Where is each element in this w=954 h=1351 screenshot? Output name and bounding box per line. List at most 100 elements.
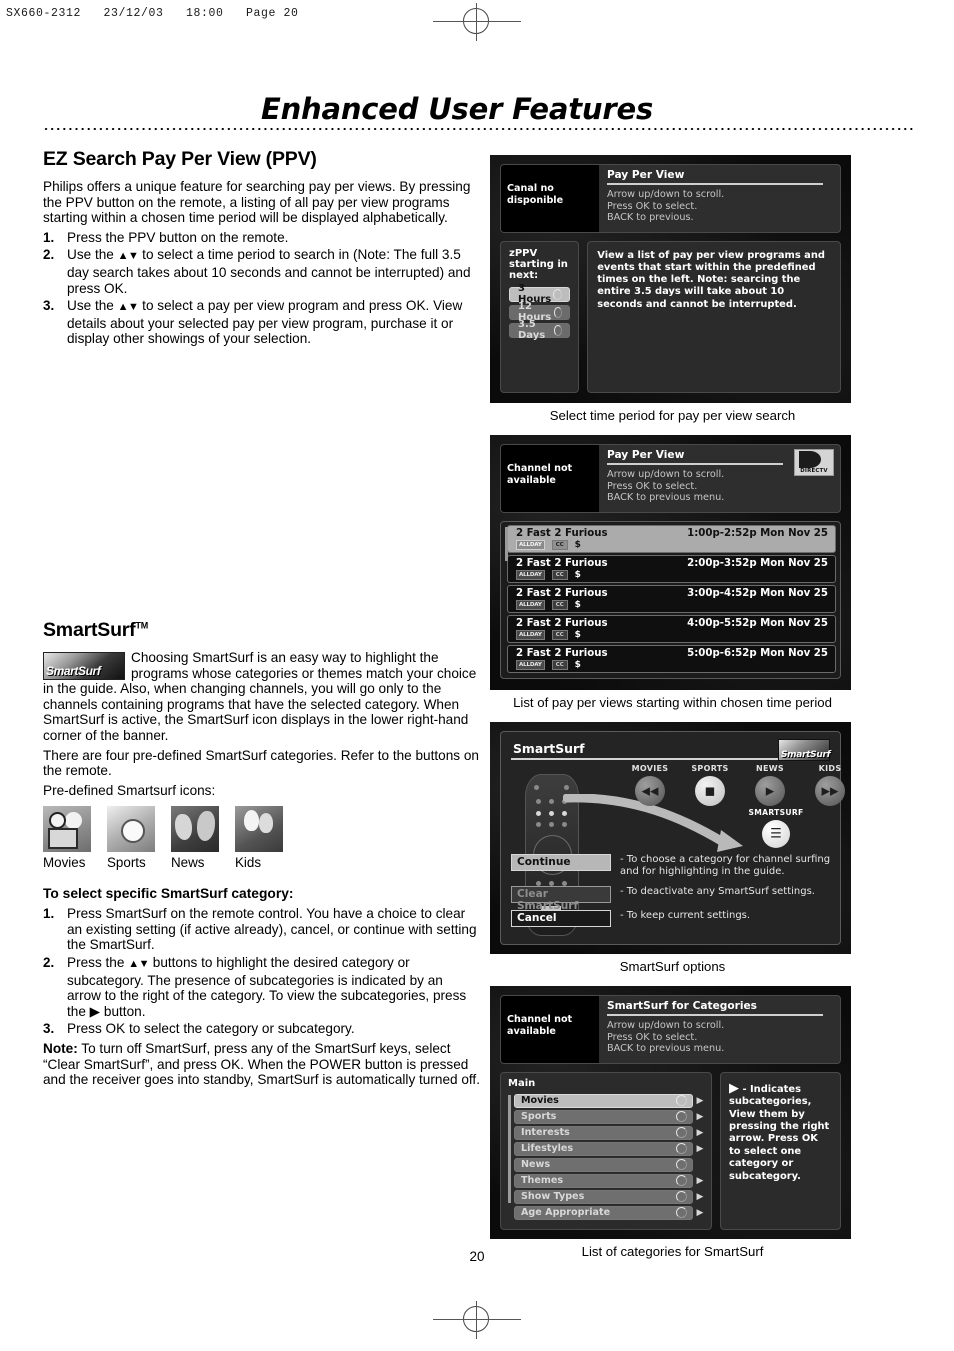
radio-knob-icon[interactable]: [676, 1207, 687, 1219]
help-line: BACK to previous menu.: [607, 492, 725, 504]
stop-icon[interactable]: ■: [695, 776, 725, 806]
price-badge: $: [574, 629, 581, 640]
smartsurf-key-label: SMARTSURF: [748, 808, 804, 817]
program-time: 5:00p-6:52p Mon Nov 25: [687, 647, 828, 659]
table-row[interactable]: 2 Fast 2 Furious 3:00p-4:52p Mon Nov 25 …: [507, 584, 836, 613]
category-news[interactable]: News: [514, 1157, 693, 1172]
smartsurf-para-2: There are four pre-defined SmartSurf cat…: [43, 747, 479, 779]
table-row[interactable]: 2 Fast 2 Furious 1:00p-2:52p Mon Nov 25 …: [507, 524, 836, 553]
figure-ppv-time-screenshot: Canal no disponible Pay Per View Arrow u…: [490, 155, 851, 403]
time-option-12-hours[interactable]: 12 Hours: [509, 301, 571, 323]
chevron-right-icon-hidden: ▶: [695, 1160, 705, 1170]
category-movies[interactable]: Movies: [514, 1093, 693, 1108]
category-label: Show Types: [521, 1191, 585, 1203]
category-age-appropriate[interactable]: Age Appropriate: [514, 1205, 693, 1220]
category-button-news[interactable]: NEWS ▶: [747, 764, 793, 806]
radio-knob-icon[interactable]: [676, 1095, 687, 1107]
panel-caption: zPPV starting in next:: [509, 247, 568, 281]
figure-smartsurf-categories-screenshot: Channel not available SmartSurf for Cate…: [490, 986, 851, 1239]
category-list-panel[interactable]: Main Movies ▶ Sports ▶ Interests ▶ Lifes…: [500, 1071, 712, 1230]
icon-cell-kids: Kids: [235, 806, 283, 870]
category-show-types[interactable]: Show Types: [514, 1189, 693, 1204]
updown-arrows-icon: ▲▼: [128, 958, 149, 971]
category-button-row: MOVIES ◀◀ SPORTS ■ NEWS ▶ KIDS ▶▶: [627, 764, 851, 806]
option-label: 3.5 Days: [518, 319, 546, 342]
chevron-right-icon[interactable]: ▶: [695, 1192, 705, 1202]
table-row[interactable]: 2 Fast 2 Furious 2:00p-3:52p Mon Nov 25 …: [507, 554, 836, 583]
list-item[interactable]: Age Appropriate ▶: [514, 1205, 705, 1220]
radio-knob-icon[interactable]: [553, 306, 563, 318]
time-option-3-hours[interactable]: 3 Hours: [509, 283, 571, 305]
smartsurf-heading: SmartSurfTM: [43, 618, 149, 641]
category-button-movies[interactable]: MOVIES ◀◀: [627, 764, 673, 806]
category-interests[interactable]: Interests: [514, 1125, 693, 1140]
chevron-right-icon[interactable]: ▶: [695, 1208, 705, 1218]
radio-knob-icon[interactable]: [676, 1127, 687, 1139]
step-text-before: Use the: [67, 298, 118, 314]
list-item: Continue - To choose a category for chan…: [511, 854, 849, 879]
list-item[interactable]: Interests ▶: [514, 1125, 705, 1140]
chevron-right-icon[interactable]: ▶: [695, 1128, 705, 1138]
category-button-label: KIDS: [818, 764, 842, 773]
program-time: 1:00p-2:52p Mon Nov 25: [687, 527, 828, 539]
list-item[interactable]: Show Types ▶: [514, 1189, 705, 1204]
list-item[interactable]: Themes ▶: [514, 1173, 705, 1188]
radio-knob-icon[interactable]: [676, 1111, 687, 1123]
chevron-right-icon[interactable]: ▶: [695, 1176, 705, 1186]
category-sports[interactable]: Sports: [514, 1109, 693, 1124]
figure-caption: List of pay per views starting within ch…: [513, 695, 832, 710]
radio-knob-icon[interactable]: [676, 1159, 687, 1171]
clear-smartsurf-button[interactable]: Clear SmartSurf: [511, 885, 611, 912]
rewind-icon[interactable]: ◀◀: [635, 776, 665, 806]
fast-forward-icon[interactable]: ▶▶: [815, 776, 845, 806]
cc-badge: CC: [551, 569, 568, 580]
help-line: Arrow up/down to scroll.: [607, 189, 725, 200]
category-label: News: [521, 1159, 551, 1171]
menu-list-icon[interactable]: ☰: [762, 820, 790, 848]
allday-badge: ALLDAY: [516, 659, 545, 670]
category-lifestyles[interactable]: Lifestyles: [514, 1141, 693, 1156]
ppv-intro: Philips offers a unique feature for sear…: [43, 179, 471, 226]
icon-label: Movies: [43, 855, 86, 871]
list-item[interactable]: Lifestyles ▶: [514, 1141, 705, 1156]
list-item[interactable]: News ▶: [514, 1157, 705, 1172]
play-icon[interactable]: ▶: [755, 776, 785, 806]
radio-knob-icon[interactable]: [676, 1175, 687, 1187]
scrollbar[interactable]: [505, 526, 508, 561]
list-item[interactable]: Sports ▶: [514, 1109, 705, 1124]
crop-mark-bottom-icon: [432, 1300, 522, 1340]
video-window: Channel not available: [501, 445, 599, 512]
smartsurf-key[interactable]: SMARTSURF ☰: [747, 808, 805, 848]
category-label: Sports: [521, 1111, 557, 1123]
time-option-3-5-days[interactable]: 3.5 Days: [509, 319, 571, 341]
program-time: 2:00p-3:52p Mon Nov 25: [687, 557, 828, 569]
continue-button[interactable]: Continue: [511, 854, 611, 871]
option-description: - To choose a category for channel surfi…: [620, 854, 831, 878]
table-row[interactable]: 2 Fast 2 Furious 5:00p-6:52p Mon Nov 25 …: [507, 644, 836, 673]
radio-knob-icon[interactable]: [553, 288, 563, 300]
list-item[interactable]: Movies ▶: [514, 1093, 705, 1108]
video-window: Canal no disponible: [501, 165, 599, 232]
scrollbar[interactable]: [508, 1094, 511, 1203]
chevron-right-icon[interactable]: ▶: [695, 1112, 705, 1122]
chevron-right-icon[interactable]: ▶: [695, 1144, 705, 1154]
price-badge: $: [574, 569, 581, 580]
radio-knob-icon[interactable]: [676, 1191, 687, 1203]
category-button-sports[interactable]: SPORTS ■: [687, 764, 733, 806]
category-button-kids[interactable]: KIDS ▶▶: [807, 764, 851, 806]
help-line: BACK to previous.: [607, 212, 694, 224]
price-badge: $: [574, 659, 581, 670]
figure-smartsurf-options-screenshot: SmartSurf SmartSurf MOVIES ◀◀ SPORTS ■ N…: [490, 722, 851, 954]
program-title: 2 Fast 2 Furious: [516, 527, 608, 539]
radio-knob-icon[interactable]: [553, 324, 563, 336]
category-button-label: NEWS: [756, 764, 784, 773]
ppv-list-header-panel: Channel not available Pay Per View Arrow…: [500, 444, 841, 513]
cancel-button[interactable]: Cancel: [511, 909, 611, 927]
category-themes[interactable]: Themes: [514, 1173, 693, 1188]
table-row[interactable]: 2 Fast 2 Furious 4:00p-5:52p Mon Nov 25 …: [507, 614, 836, 643]
icon-label: Kids: [235, 855, 262, 871]
allday-badge: ALLDAY: [516, 629, 545, 640]
ppv-program-list[interactable]: 2 Fast 2 Furious 1:00p-2:52p Mon Nov 25 …: [500, 520, 841, 679]
radio-knob-icon[interactable]: [676, 1143, 687, 1155]
chevron-right-icon[interactable]: ▶: [695, 1096, 705, 1106]
